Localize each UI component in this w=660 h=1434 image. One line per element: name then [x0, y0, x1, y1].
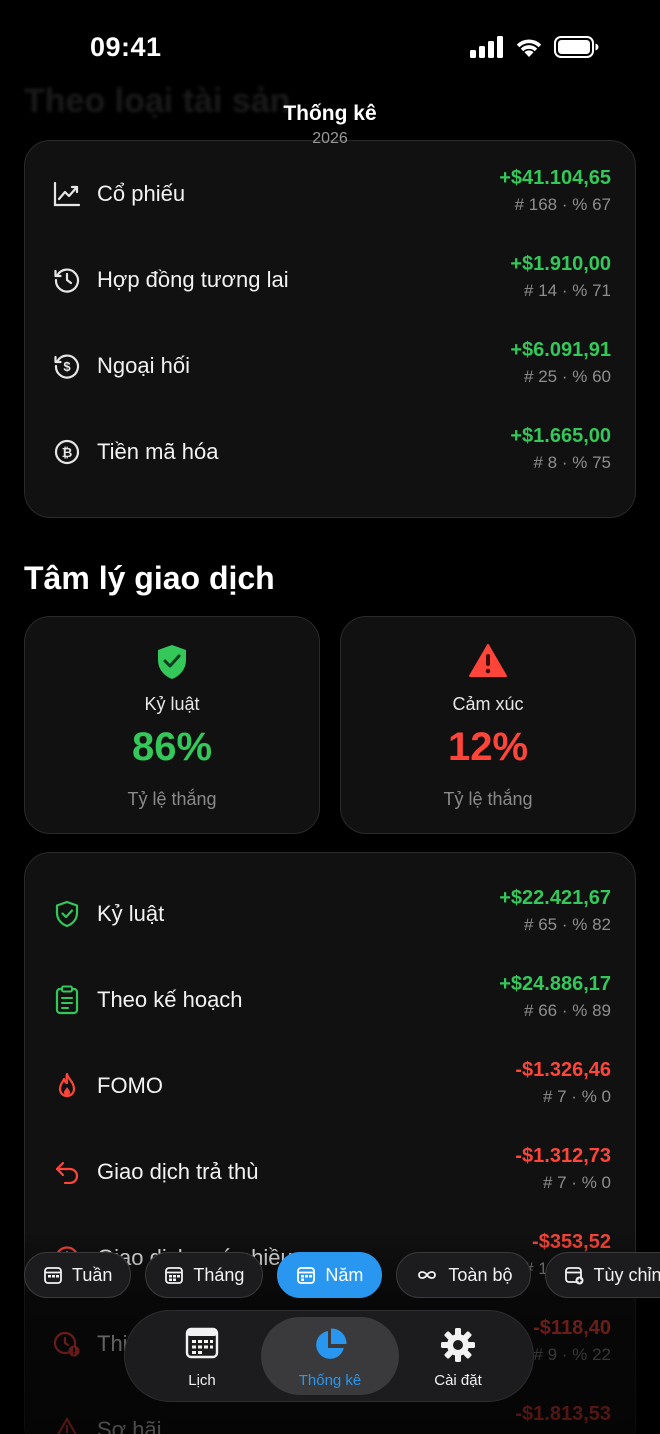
psych-label: FOMO [97, 1073, 163, 1098]
emotion-summary-card[interactable]: Cảm xúc 12% Tỷ lệ thắng [340, 616, 636, 834]
asset-type-card: Cổ phiếu +$41.104,65 # 168 · % 67 Hợp đồ… [24, 140, 636, 518]
triangle-alert-icon [52, 1415, 82, 1434]
psych-row-fomo[interactable]: FOMO -$1.326,46 # 7 · % 0 [25, 1043, 635, 1129]
svg-text:$: $ [63, 359, 71, 374]
period-chip-label: Tùy chỉnh [593, 1264, 660, 1285]
dollar-cycle-icon: $ [52, 351, 82, 381]
psych-pnl: +$24.886,17 [499, 973, 611, 995]
psych-row-discipline[interactable]: Kỷ luật +$22.421,67 # 65 · % 82 [25, 871, 635, 957]
asset-row-crypto[interactable]: ₿ Tiền mã hóa +$1.665,00 # 8 · % 75 [25, 409, 635, 495]
period-chip-week[interactable]: Tuần [24, 1252, 132, 1298]
calendar-year-icon [297, 1267, 316, 1284]
tab-bar: Lịch Thống kê Cài đặt [124, 1310, 534, 1402]
gear-icon [389, 1327, 527, 1363]
emotion-win-rate: 12% [447, 725, 529, 769]
calendar-month-icon [165, 1267, 184, 1284]
psych-row-revenge[interactable]: Giao dịch trả thù -$1.312,73 # 7 · % 0 [25, 1129, 635, 1215]
period-chip-label: Năm [325, 1264, 364, 1285]
psych-label: Theo kế hoạch [97, 987, 243, 1012]
psych-stats: # 65 · % 82 [524, 915, 611, 934]
asset-pnl: +$1.665,00 [510, 425, 611, 447]
period-chip-custom[interactable]: Tùy chỉnh [545, 1252, 660, 1298]
psych-pnl: -$1.312,73 [515, 1145, 611, 1167]
asset-stats: # 168 · % 67 [514, 195, 611, 214]
page-subtitle-year: 2026 [312, 130, 348, 147]
calendar-custom-icon [565, 1267, 584, 1285]
asset-row-stocks[interactable]: Cổ phiếu +$41.104,65 # 168 · % 67 [25, 151, 635, 237]
pie-chart-icon [261, 1327, 399, 1363]
status-bar: 09:41 [0, 0, 660, 96]
psych-pnl: -$1.326,46 [515, 1059, 611, 1081]
shield-check-icon [25, 643, 319, 681]
discipline-subtitle: Tỷ lệ thắng [127, 789, 217, 809]
emotion-title: Cảm xúc [452, 694, 524, 714]
status-icons [470, 36, 600, 58]
shield-check-icon [52, 899, 82, 929]
asset-pnl: +$1.910,00 [510, 253, 611, 275]
period-chip-all[interactable]: Toàn bộ [396, 1252, 532, 1298]
clock-history-icon [52, 265, 82, 295]
period-filter-bar: Tuần Tháng Năm Toàn bộ Tùy chỉnh [24, 1252, 660, 1298]
tab-label: Cài đặt [434, 1372, 482, 1389]
battery-icon [554, 36, 599, 58]
psych-stats: # 9 · % 22 [533, 1345, 612, 1364]
psych-stats: # 7 · % 0 [542, 1087, 611, 1106]
psych-row-plan[interactable]: Theo kế hoạch +$24.886,17 # 66 · % 89 [25, 957, 635, 1043]
asset-label: Hợp đồng tương lai [97, 267, 289, 292]
tab-label: Lịch [188, 1372, 216, 1389]
wifi-icon [516, 39, 542, 57]
period-chip-month[interactable]: Tháng [145, 1252, 264, 1298]
psych-stats: # 66 · % 89 [524, 1001, 611, 1020]
infinity-icon [418, 1271, 437, 1279]
bitcoin-icon: ₿ [52, 437, 82, 467]
tab-settings[interactable]: Cài đặt [389, 1317, 527, 1395]
asset-label: Tiền mã hóa [97, 439, 219, 464]
period-chip-label: Toàn bộ [448, 1264, 513, 1285]
psych-pnl: -$353,52 [532, 1231, 611, 1253]
psych-label: Sợ hãi [97, 1417, 162, 1434]
asset-stats: # 8 · % 75 [533, 453, 612, 472]
discipline-win-rate: 86% [131, 725, 213, 769]
stock-chart-icon [52, 179, 82, 209]
cellular-signal-icon [470, 36, 503, 58]
asset-stats: # 14 · % 71 [524, 281, 611, 300]
clock-alert-icon [52, 1329, 82, 1359]
svg-text:₿: ₿ [62, 445, 73, 460]
tab-calendar[interactable]: Lịch [133, 1317, 271, 1395]
warning-triangle-icon [341, 643, 635, 679]
status-time: 09:41 [90, 32, 162, 62]
period-chip-year[interactable]: Năm [277, 1252, 383, 1298]
psych-stats: # 7 · % 0 [542, 1173, 611, 1192]
asset-row-forex[interactable]: $ Ngoại hối +$6.091,91 # 25 · % 60 [25, 323, 635, 409]
discipline-summary-card[interactable]: Kỷ luật 86% Tỷ lệ thắng [24, 616, 320, 834]
asset-label: Ngoại hối [97, 353, 190, 378]
period-chip-label: Tuần [72, 1264, 113, 1285]
asset-pnl: +$6.091,91 [510, 339, 611, 361]
psych-pnl: +$22.421,67 [499, 887, 611, 909]
psych-pnl: -$118,40 [533, 1317, 611, 1339]
tab-statistics[interactable]: Thống kê [261, 1317, 399, 1395]
psych-pnl: -$1.813,53 [515, 1403, 611, 1425]
period-chip-label: Tháng [193, 1264, 245, 1285]
asset-stats: # 25 · % 60 [524, 367, 611, 386]
undo-arrow-icon [52, 1157, 82, 1187]
tab-label: Thống kê [298, 1372, 362, 1389]
calendar-icon [133, 1327, 271, 1359]
clipboard-icon [52, 985, 82, 1015]
page-title: Thống kê [283, 102, 377, 125]
flame-icon [52, 1071, 82, 1101]
calendar-week-icon [44, 1267, 62, 1284]
psych-label: Giao dịch trả thù [97, 1159, 259, 1184]
emotion-subtitle: Tỷ lệ thắng [443, 789, 533, 809]
asset-row-futures[interactable]: Hợp đồng tương lai +$1.910,00 # 14 · % 7… [25, 237, 635, 323]
section-title-psychology: Tâm lý giao dịch [24, 560, 275, 596]
asset-label: Cổ phiếu [97, 181, 186, 206]
navigation-header: Thống kê 2026 [0, 102, 660, 148]
asset-pnl: +$41.104,65 [499, 167, 611, 189]
discipline-title: Kỷ luật [144, 694, 200, 714]
psych-label: Kỷ luật [97, 901, 165, 926]
